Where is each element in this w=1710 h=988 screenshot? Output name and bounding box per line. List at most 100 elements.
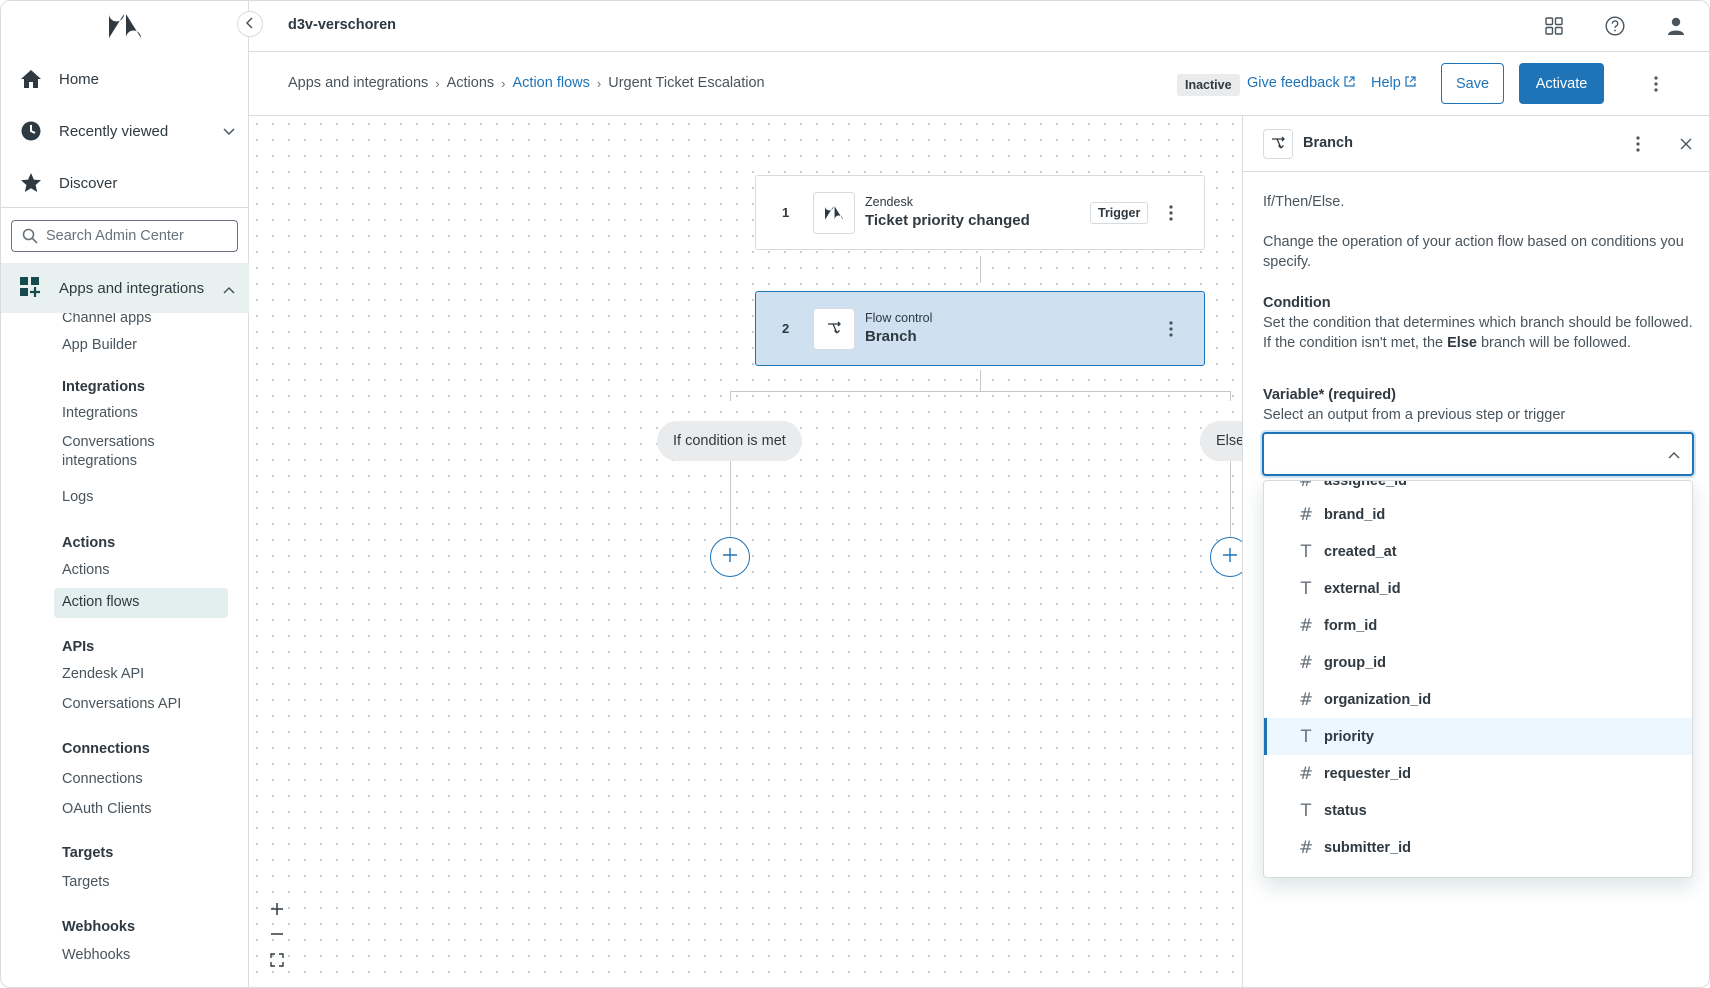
step-title: Ticket priority changed [865, 212, 1030, 229]
breadcrumb-separator-icon: › [501, 75, 506, 91]
chevron-left-icon [245, 16, 255, 33]
subnav-app-builder[interactable]: App Builder [62, 337, 137, 353]
branch-icon [813, 308, 855, 350]
text-type-icon: T [1300, 541, 1312, 562]
subnav-connections[interactable]: Connections [62, 771, 143, 787]
search-input[interactable]: Search Admin Center [11, 220, 238, 252]
subnav-zendesk-api[interactable]: Zendesk API [62, 666, 144, 682]
chevron-up-icon [223, 281, 235, 298]
branch-if-label: If condition is met [657, 421, 802, 461]
zoom-in-icon[interactable] [265, 897, 289, 921]
connector-line [730, 460, 731, 537]
give-feedback-link[interactable]: Give feedback [1247, 75, 1355, 91]
step-card-trigger[interactable]: 1 Zendesk Ticket priority changed Trigge… [755, 175, 1205, 250]
search-placeholder: Search Admin Center [46, 228, 184, 244]
help-icon[interactable] [1603, 14, 1627, 38]
subnav-conversations-integrations-line2: integrations [62, 453, 137, 469]
option-organization-id[interactable]: # organization_id [1264, 681, 1692, 718]
option-requester-id[interactable]: # requester_id [1264, 755, 1692, 792]
nav-item-discover[interactable]: Discover [1, 157, 249, 209]
step-card-branch[interactable]: 2 Flow control Branch [755, 291, 1205, 366]
external-link-icon [1340, 75, 1355, 91]
step-menu-icon[interactable] [1161, 201, 1181, 225]
option-label: subject [1324, 877, 1375, 878]
plus-icon [1222, 547, 1238, 567]
subnav-heading-connections: Connections [62, 741, 150, 757]
account-name: d3v-verschoren [288, 17, 396, 33]
product-tray-icon[interactable] [1542, 14, 1566, 38]
zoom-out-icon[interactable] [265, 922, 289, 946]
text-type-icon: T [1298, 875, 1314, 878]
connector-line [1230, 391, 1231, 401]
nav-item-recently-viewed[interactable]: Recently viewed [1, 105, 249, 157]
subnav-heading-actions: Actions [62, 535, 116, 551]
subnav-oauth-clients[interactable]: OAuth Clients [62, 801, 151, 817]
save-button[interactable]: Save [1441, 63, 1504, 104]
breadcrumb: Apps and integrations › Actions › Action… [288, 75, 765, 91]
user-avatar-icon[interactable] [1664, 14, 1688, 38]
nav-top: Home Recently viewed Discover [1, 53, 249, 209]
option-label: created_at [1324, 543, 1397, 560]
flow-canvas[interactable]: 1 Zendesk Ticket priority changed Trigge… [249, 116, 1242, 987]
panel-header: Branch [1243, 116, 1709, 172]
subnav-logs[interactable]: Logs [62, 489, 93, 505]
variable-combobox[interactable] [1262, 432, 1694, 476]
activate-button[interactable]: Activate [1519, 63, 1604, 104]
subnav-channel-apps[interactable]: Channel apps [62, 313, 152, 326]
option-label: organization_id [1324, 691, 1432, 708]
option-subject[interactable]: T subject [1264, 866, 1692, 878]
option-form-id[interactable]: # form_id [1264, 607, 1692, 644]
nav-item-home[interactable]: Home [1, 53, 249, 105]
text-type-icon: T [1300, 726, 1312, 747]
add-step-button[interactable] [710, 537, 750, 577]
option-created-at[interactable]: T created_at [1264, 533, 1692, 570]
close-icon[interactable] [1674, 132, 1698, 156]
option-label: brand_id [1324, 506, 1386, 523]
add-step-button-else[interactable] [1210, 537, 1242, 577]
give-feedback-label: Give feedback [1247, 75, 1340, 91]
connector-line [980, 256, 981, 283]
subnav-conversations-api[interactable]: Conversations API [62, 696, 181, 712]
step-details-panel: Branch If/Then/Else. Change the operatio… [1242, 116, 1709, 987]
more-options-icon[interactable] [1644, 72, 1668, 96]
option-label: assignee_id [1324, 480, 1408, 489]
option-submitter-id[interactable]: # submitter_id [1264, 829, 1692, 866]
subnav-heading-apis: APIs [62, 639, 95, 655]
subnav-actions[interactable]: Actions [62, 562, 110, 578]
panel-menu-icon[interactable] [1626, 132, 1650, 156]
help-link[interactable]: Help [1371, 75, 1416, 91]
variable-options-listbox: # assignee_id # brand_id T created_at T … [1263, 480, 1693, 878]
fit-view-icon[interactable] [265, 948, 289, 972]
option-priority[interactable]: T priority [1264, 718, 1692, 755]
breadcrumb-actions[interactable]: Actions [447, 75, 495, 91]
nav-label-discover: Discover [59, 174, 118, 192]
option-group-id[interactable]: # group_id [1264, 644, 1692, 681]
home-icon [19, 67, 43, 91]
subnav-targets[interactable]: Targets [62, 874, 110, 890]
sidebar-collapse-button[interactable] [237, 11, 263, 37]
branch-else-label: Else [1200, 421, 1242, 461]
text-type-icon: T [1300, 578, 1312, 599]
variable-help: Select an output from a previous step or… [1263, 407, 1566, 423]
zendesk-logo-icon[interactable] [109, 14, 141, 38]
step-number: 1 [782, 205, 790, 220]
subnav-action-flows[interactable]: Action flows [62, 594, 139, 610]
option-status[interactable]: T status [1264, 792, 1692, 829]
app-window: Home Recently viewed Discover Search Adm… [0, 0, 1710, 988]
subnav-integrations[interactable]: Integrations [62, 405, 138, 421]
panel-intro: If/Then/Else. [1263, 194, 1345, 210]
number-type-icon: # [1298, 504, 1314, 525]
breadcrumb-apps-and-integrations[interactable]: Apps and integrations [288, 75, 428, 91]
step-menu-icon[interactable] [1161, 317, 1181, 341]
panel-title: Branch [1303, 135, 1353, 151]
search-icon [22, 228, 38, 244]
breadcrumb-action-flows[interactable]: Action flows [513, 75, 590, 91]
subnav-webhooks[interactable]: Webhooks [62, 947, 130, 963]
nav-section-apps-and-integrations[interactable]: Apps and integrations [1, 263, 249, 313]
variable-label: Variable* (required) [1263, 387, 1396, 403]
option-external-id[interactable]: T external_id [1264, 570, 1692, 607]
connector-line [1230, 460, 1231, 537]
option-brand-id[interactable]: # brand_id [1264, 496, 1692, 533]
subnav-conversations-integrations[interactable]: Conversations integrations [62, 433, 155, 471]
number-type-icon: # [1298, 763, 1314, 784]
